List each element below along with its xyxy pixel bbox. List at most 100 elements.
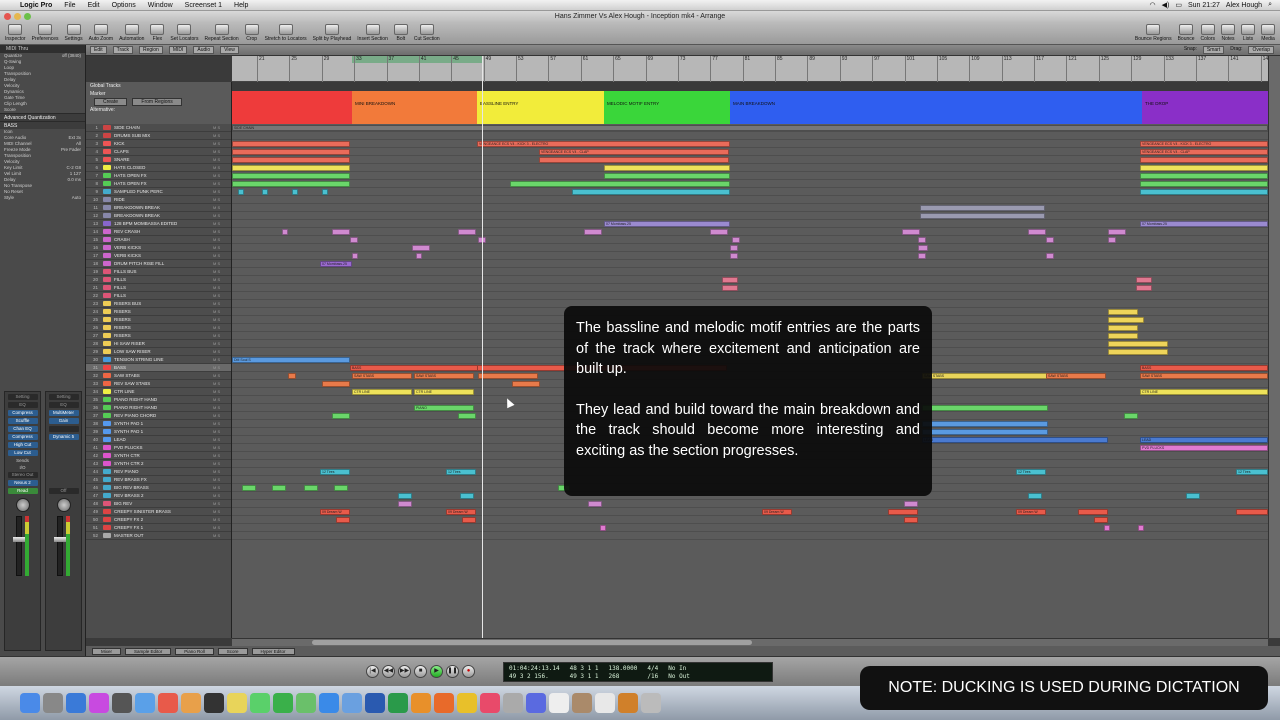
region[interactable]: VENGEANCE ECS V4 - KICK 3 - ELECTRO	[1140, 141, 1268, 147]
region[interactable]	[732, 237, 740, 243]
mute-solo-icon[interactable]: M S	[213, 405, 231, 410]
insert-slot[interactable]: Scuffle	[7, 418, 38, 424]
left-locator[interactable]: 48 3 1 1	[570, 665, 599, 673]
inspector-midi-thru[interactable]: MIDI Thru	[0, 45, 85, 53]
track-lane[interactable]	[232, 252, 1268, 260]
region[interactable]	[322, 189, 328, 195]
track-header[interactable]: 5 SNARE M S	[86, 156, 231, 164]
track-name[interactable]: BIG REV	[114, 501, 213, 506]
mute-solo-icon[interactable]: M S	[213, 469, 231, 474]
marker-region[interactable]: MELODIC MOTIF ENTRY	[604, 91, 730, 124]
pause-icon[interactable]: ❚❚	[446, 665, 459, 678]
safari-icon[interactable]	[66, 693, 86, 713]
mute-solo-icon[interactable]: M S	[213, 357, 231, 362]
region[interactable]	[730, 245, 738, 251]
launchpad-icon[interactable]	[503, 693, 523, 713]
mute-solo-icon[interactable]: M S	[213, 461, 231, 466]
track-header[interactable]: 11 BREAKDOWN BREAK M S	[86, 204, 231, 212]
mute-solo-icon[interactable]: M S	[213, 197, 231, 202]
track-header[interactable]: 18 DRUM PITCH RISE FILL M S	[86, 260, 231, 268]
region[interactable]	[922, 421, 1048, 427]
region[interactable]	[730, 253, 738, 259]
region[interactable]	[922, 429, 1048, 435]
track-header[interactable]: 41 PVD PLUCKS M S	[86, 444, 231, 452]
vlc-icon[interactable]	[411, 693, 431, 713]
region[interactable]	[232, 165, 350, 171]
region[interactable]	[1138, 525, 1144, 531]
region[interactable]: VENGEANCE ECS V4 - KICK 3 - ELECTRO	[477, 141, 730, 147]
track-name[interactable]: CTR LINE	[114, 389, 213, 394]
mute-solo-icon[interactable]: M S	[213, 309, 231, 314]
mute-solo-icon[interactable]: M S	[213, 157, 231, 162]
vertical-scrollbar[interactable]	[1268, 56, 1280, 638]
strip-eq-button[interactable]: EQ	[7, 402, 38, 408]
play-icon[interactable]: ▶	[430, 665, 443, 678]
menu-screenset[interactable]: Screenset 1	[179, 2, 228, 9]
track-name[interactable]: SNARE	[114, 157, 213, 162]
region[interactable]	[1094, 517, 1108, 523]
region[interactable]	[1108, 229, 1126, 235]
mute-solo-icon[interactable]: M S	[213, 285, 231, 290]
track-header[interactable]: 10 RIDE M S	[86, 196, 231, 204]
marker-region[interactable]: MAIN BREAKDOWN	[730, 91, 1142, 124]
smpte-time[interactable]: 01:04:24:13.14	[509, 665, 560, 673]
arrange-view-menu[interactable]: View	[220, 46, 239, 54]
mute-solo-icon[interactable]: M S	[213, 421, 231, 426]
track-header[interactable]: 21 FILLS M S	[86, 284, 231, 292]
track-header[interactable]: 4 CLAPS M S	[86, 148, 231, 156]
mute-solo-icon[interactable]: M S	[213, 317, 231, 322]
insert-slot[interactable]: High Cut	[7, 442, 38, 448]
bolt-button[interactable]: Bolt	[391, 24, 411, 42]
insert-section-button[interactable]: Insert Section	[354, 24, 391, 42]
track-lane[interactable]	[232, 276, 1268, 284]
track-section-header[interactable]: BASS	[0, 121, 85, 129]
region[interactable]	[238, 189, 244, 195]
region[interactable]: SAW STABS	[352, 373, 412, 379]
marker-region[interactable]: BASSLINE ENTRY	[477, 91, 604, 124]
region[interactable]	[920, 213, 1045, 219]
track-name[interactable]: SYNTH PAD 1	[114, 429, 213, 434]
track-header[interactable]: 47 REV BRASS 2 M S	[86, 492, 231, 500]
region[interactable]	[722, 277, 738, 283]
region[interactable]	[904, 517, 918, 523]
piano-roll-button[interactable]: Piano Roll	[175, 647, 214, 655]
hyper-editor-button[interactable]: Hyper Editor	[251, 647, 295, 655]
track-name[interactable]: SYNTH CTR	[114, 453, 213, 458]
mail-icon[interactable]	[135, 693, 155, 713]
track-header[interactable]: 33 REV SAW STABS M S	[86, 380, 231, 388]
region[interactable]	[600, 525, 606, 531]
region[interactable]	[1136, 285, 1152, 291]
strip-setting-button[interactable]: Setting	[7, 394, 38, 400]
region[interactable]	[1046, 253, 1054, 259]
track-lane[interactable]	[232, 212, 1268, 220]
track-header[interactable]: 35 PIANO RIGHT HAND M S	[86, 396, 231, 404]
scroll-thumb[interactable]	[312, 640, 752, 645]
mute-solo-icon[interactable]: M S	[213, 517, 231, 522]
stretch-button[interactable]: Stretch to Locators	[262, 24, 310, 42]
region[interactable]	[918, 245, 928, 251]
mute-solo-icon[interactable]: M S	[213, 453, 231, 458]
arrange-edit-menu[interactable]: Edit	[90, 46, 107, 54]
search-icon[interactable]: ⌕	[1268, 1, 1272, 9]
track-header[interactable]: 15 CRASH M S	[86, 236, 231, 244]
minimize-icon[interactable]	[14, 13, 21, 20]
region[interactable]	[282, 229, 288, 235]
group-slot[interactable]: Nexus 2	[7, 480, 38, 486]
quicktime-icon[interactable]	[526, 693, 546, 713]
region[interactable]: DM Soul S	[232, 357, 350, 363]
mute-solo-icon[interactable]: M S	[213, 293, 231, 298]
track-name[interactable]: SYNTH CTR 2	[114, 461, 213, 466]
track-name[interactable]: CREEPY SINISTER BRASS	[114, 509, 213, 514]
menu-help[interactable]: Help	[228, 2, 254, 9]
advanced-quantization[interactable]: Advanced Quantization	[0, 113, 85, 121]
track-name[interactable]: HATS OPEN FX	[114, 181, 213, 186]
insert-slot[interactable]: Gain	[48, 418, 79, 424]
pan-knob[interactable]	[56, 498, 71, 512]
volume-icon[interactable]: ◀)	[1162, 1, 1170, 9]
region[interactable]	[304, 485, 318, 491]
region[interactable]	[272, 485, 286, 491]
notes-button[interactable]: Notes	[1218, 24, 1238, 42]
track-lane[interactable]	[232, 180, 1268, 188]
track-name[interactable]: FILLS	[114, 285, 213, 290]
trash-icon[interactable]	[641, 693, 661, 713]
